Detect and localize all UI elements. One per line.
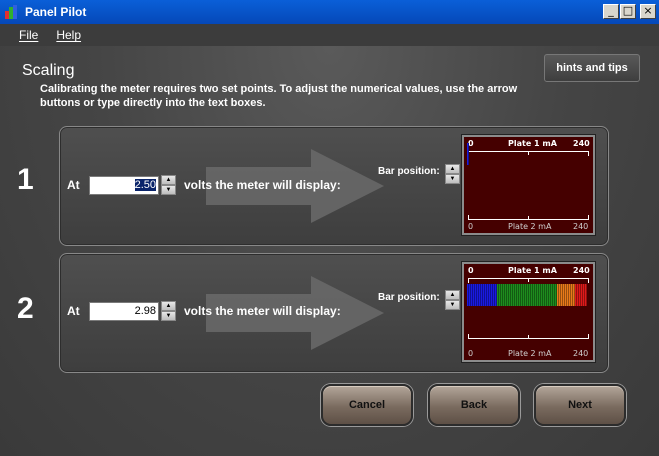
upper-title-label: Plate 1 mA (508, 266, 557, 275)
lower-max-label: 240 (573, 349, 589, 358)
meter-preview: 0 Plate 1 mA 240 0 Plate 2 mA 240 (461, 261, 596, 363)
upper-max-label: 240 (573, 266, 590, 275)
app-icon (5, 5, 19, 19)
page-title: Scaling (22, 62, 75, 79)
menu-help[interactable]: Help (56, 28, 81, 42)
lower-max-label: 240 (573, 222, 589, 231)
setpoint-panel-2: At 2.98 ▲ ▼ volts the meter will display… (59, 253, 609, 373)
increment-button[interactable]: ▲ (161, 301, 176, 311)
volts-spinner[interactable]: ▲ ▼ (161, 175, 176, 195)
upper-max-label: 240 (573, 139, 590, 148)
title-bar[interactable]: Panel Pilot _ □ × (0, 0, 659, 24)
display-label: volts the meter will display: (184, 178, 341, 192)
step-number-2: 2 (17, 292, 34, 325)
menu-bar: File Help (0, 24, 659, 46)
cancel-button[interactable]: Cancel (321, 384, 413, 426)
display-label: volts the meter will display: (184, 304, 341, 318)
maximize-button[interactable]: □ (620, 4, 636, 19)
step-number-1: 1 (17, 163, 34, 196)
window-title: Panel Pilot (25, 5, 87, 19)
close-button[interactable]: × (640, 4, 656, 19)
bar-position-label: Bar position: (378, 166, 440, 177)
lower-min-label: 0 (468, 349, 474, 358)
bar-up-button[interactable]: ▲ (445, 290, 460, 300)
setpoint-panel-1: At 2.50 ▲ ▼ volts the meter will display… (59, 126, 609, 246)
bar-down-button[interactable]: ▼ (445, 300, 460, 310)
at-label: At (67, 304, 80, 318)
volts-input[interactable]: 2.98 (89, 302, 159, 321)
lower-title-label: Plate 2 mA (508, 222, 552, 231)
decrement-button[interactable]: ▼ (161, 311, 176, 321)
instructions-text: Calibrating the meter requires two set p… (40, 83, 518, 109)
bar-position-spinner[interactable]: ▲ ▼ (445, 164, 460, 184)
bar-up-button[interactable]: ▲ (445, 164, 460, 174)
volts-input[interactable]: 2.50 (89, 176, 159, 195)
lower-min-label: 0 (468, 222, 474, 231)
next-button[interactable]: Next (534, 384, 626, 426)
minimize-button[interactable]: _ (603, 4, 619, 19)
back-button[interactable]: Back (428, 384, 520, 426)
bar-down-button[interactable]: ▼ (445, 174, 460, 184)
meter-preview: 0 Plate 1 mA 240 0 Plate 2 mA 240 (461, 134, 596, 236)
upper-min-label: 0 (468, 266, 474, 275)
at-label: At (67, 178, 80, 192)
menu-file[interactable]: File (19, 28, 38, 42)
bar-position-spinner[interactable]: ▲ ▼ (445, 290, 460, 310)
upper-title-label: Plate 1 mA (508, 139, 557, 148)
volts-spinner[interactable]: ▲ ▼ (161, 301, 176, 321)
bar-position-label: Bar position: (378, 292, 440, 303)
bar-segment (585, 284, 587, 306)
scaling-page: Scaling Calibrating the meter requires t… (0, 46, 659, 456)
hints-and-tips-button[interactable]: hints and tips (544, 54, 640, 82)
decrement-button[interactable]: ▼ (161, 185, 176, 195)
increment-button[interactable]: ▲ (161, 175, 176, 185)
lower-title-label: Plate 2 mA (508, 349, 552, 358)
bar-segment (467, 143, 469, 165)
